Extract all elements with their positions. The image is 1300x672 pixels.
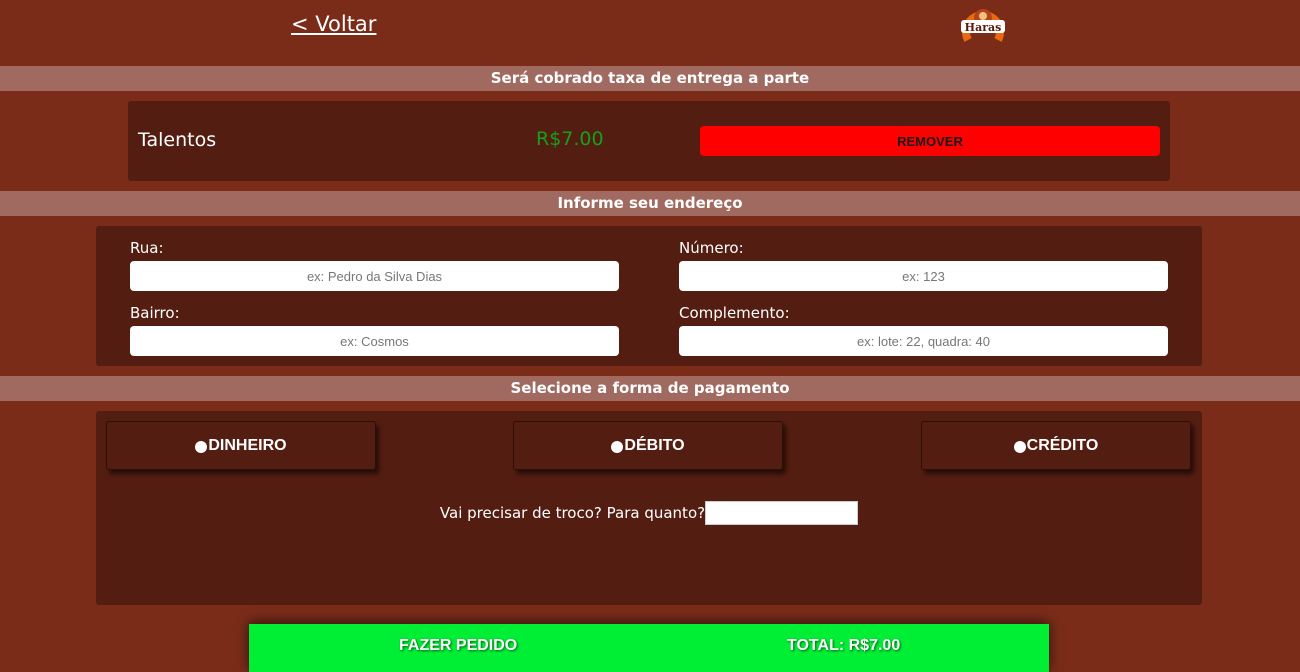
payment-option-debit[interactable]: DÉBITO — [513, 421, 783, 470]
neighborhood-input[interactable] — [130, 326, 619, 356]
payment-panel: DINHEIRO DÉBITO CRÉDITO Vai precisar de … — [96, 411, 1202, 605]
place-order-button[interactable]: FAZER PEDIDO — [399, 637, 517, 655]
neighborhood-label: Bairro: — [130, 304, 180, 322]
change-row: Vai precisar de troco? Para quanto? — [96, 501, 1202, 525]
change-amount-input[interactable] — [705, 501, 859, 525]
back-link[interactable]: < Voltar — [291, 12, 376, 36]
payment-title: Selecione a forma de pagamento — [0, 376, 1300, 401]
change-question: Vai precisar de troco? Para quanto? — [439, 504, 706, 522]
order-total: TOTAL: R$7.00 — [787, 637, 901, 654]
street-input[interactable] — [130, 261, 619, 291]
address-form: Rua: Número: Bairro: Complemento: — [96, 226, 1202, 366]
remove-button[interactable]: REMOVER — [700, 126, 1160, 156]
order-bar: FAZER PEDIDO TOTAL: R$7.00 — [249, 624, 1049, 672]
radio-icon[interactable] — [195, 441, 208, 453]
payment-option-label: CRÉDITO — [1026, 436, 1099, 454]
radio-icon[interactable] — [1013, 441, 1026, 453]
radio-icon[interactable] — [611, 441, 624, 453]
payment-option-cash[interactable]: DINHEIRO — [106, 421, 376, 470]
payment-option-label: DINHEIRO — [208, 436, 287, 454]
street-label: Rua: — [130, 239, 164, 257]
payment-option-credit[interactable]: CRÉDITO — [921, 421, 1191, 470]
item-price: R$7.00 — [536, 128, 604, 150]
cart-item: Talentos R$7.00 REMOVER — [128, 101, 1170, 181]
item-name: Talentos — [138, 129, 217, 151]
complement-input[interactable] — [679, 326, 1168, 356]
delivery-notice: Será cobrado taxa de entrega a parte — [0, 66, 1300, 91]
payment-option-label: DÉBITO — [624, 436, 685, 454]
complement-label: Complemento: — [679, 304, 790, 322]
logo-text: Haras — [965, 21, 1002, 34]
number-label: Número: — [679, 239, 744, 257]
number-input[interactable] — [679, 261, 1168, 291]
haras-logo: Haras — [961, 9, 1005, 42]
address-title: Informe seu endereço — [0, 191, 1300, 216]
